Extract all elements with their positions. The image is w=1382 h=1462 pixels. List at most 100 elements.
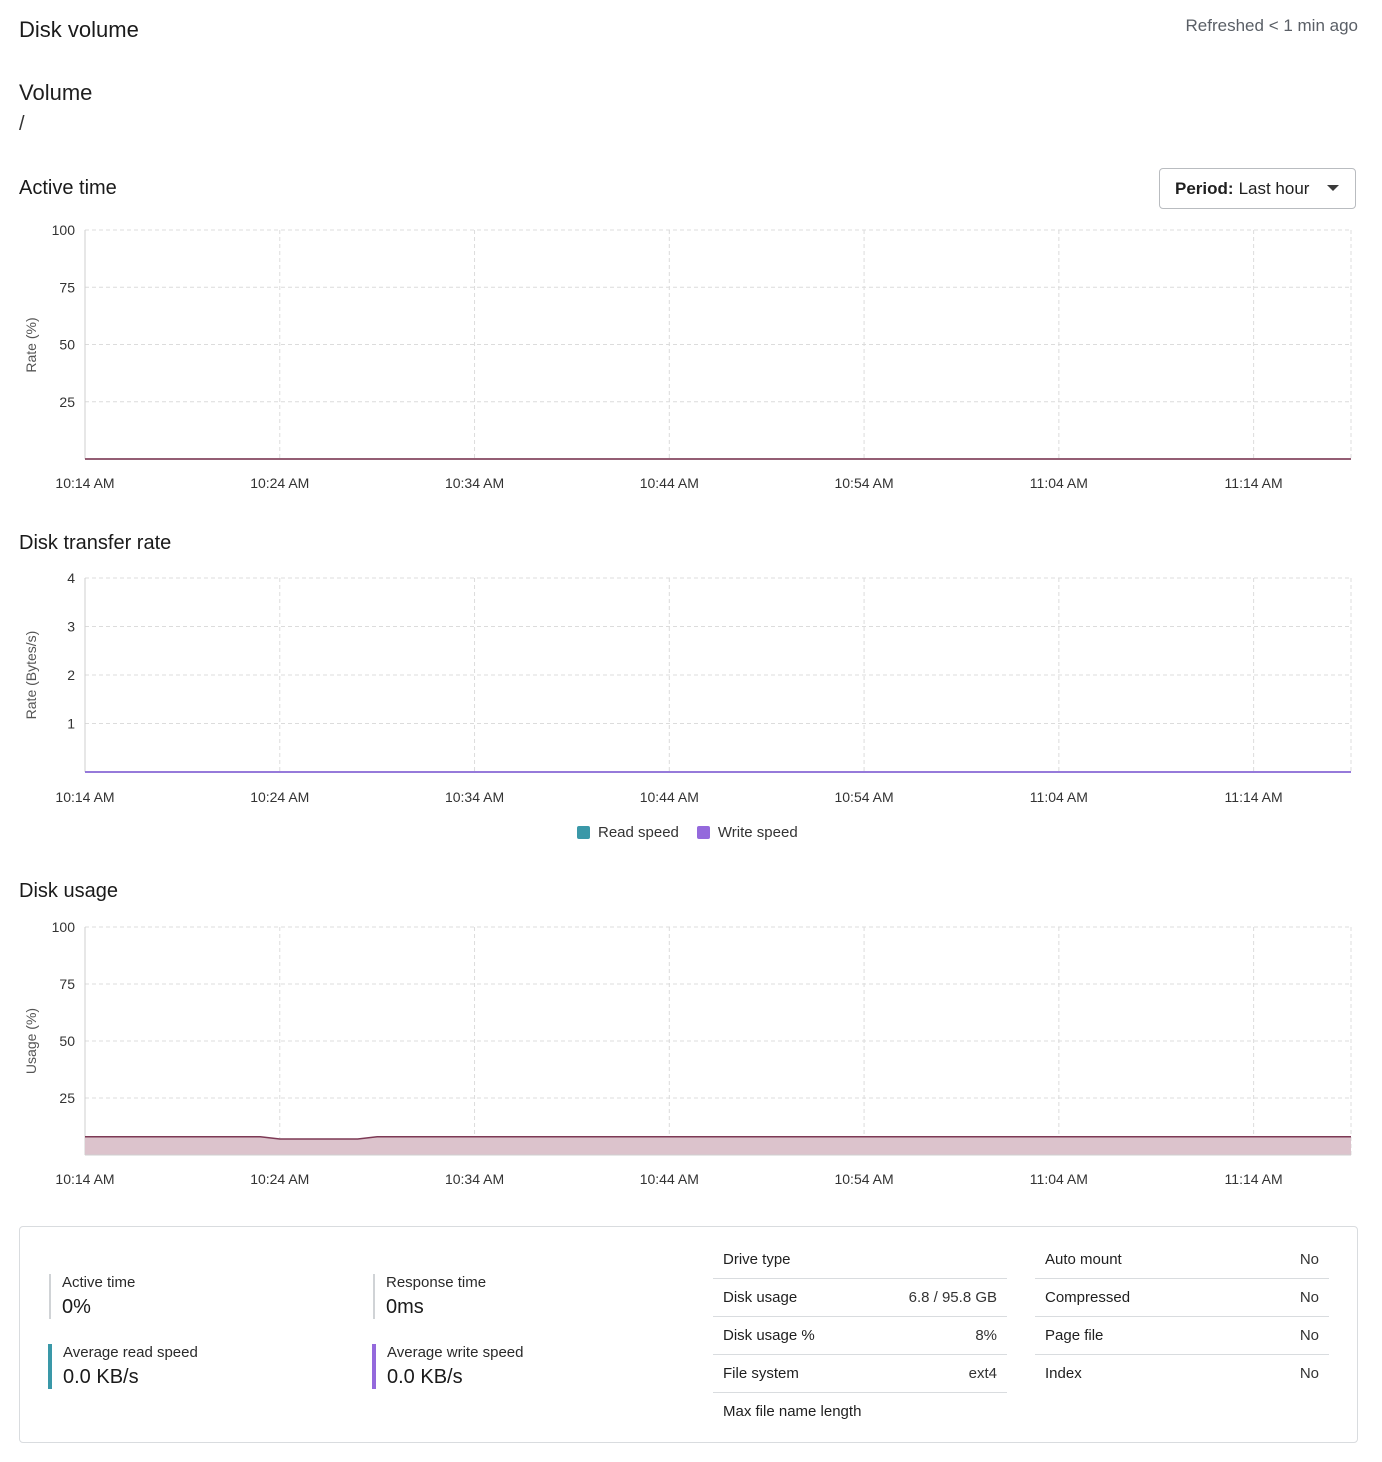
- detail-row: Max file name length: [713, 1393, 1007, 1431]
- x-tick-label: 11:04 AM: [1030, 1171, 1088, 1187]
- detail-key: Disk usage: [713, 1278, 888, 1317]
- refreshed-status: Refreshed < 1 min ago: [1185, 16, 1358, 35]
- transfer-rate-chart: 10:14 AM 10:24 AM 10:34 AM 10:44 AM 10:54 AM…: [23, 570, 1352, 805]
- x-tick-label: 10:44 AM: [640, 789, 699, 805]
- avg-read-stat-label: Average read speed: [63, 1344, 198, 1361]
- response-time-stat: Response time 0ms: [373, 1274, 486, 1319]
- x-tick-label: 10:14 AM: [55, 1171, 114, 1187]
- y-tick-label: 3: [67, 619, 75, 635]
- legend-write-label: Write speed: [717, 824, 798, 841]
- x-tick-label: 10:24 AM: [250, 1171, 309, 1187]
- detail-key: Max file name length: [723, 1403, 862, 1420]
- legend-read[interactable]: Read speed: [577, 824, 679, 841]
- detail-key: Index: [1045, 1365, 1082, 1382]
- volume-label: Volume: [19, 80, 93, 105]
- detail-key: File system: [713, 1354, 888, 1393]
- y-axis-label: Usage (%): [23, 1008, 39, 1074]
- x-tick-label: 10:34 AM: [445, 475, 504, 491]
- detail-key: Page file: [1035, 1316, 1250, 1355]
- detail-row: Disk usage % 8%: [713, 1316, 1007, 1355]
- y-tick-label: 75: [59, 976, 75, 992]
- response-time-stat-value: 0ms: [386, 1296, 424, 1318]
- detail-value: No: [1249, 1316, 1329, 1355]
- detail-row: File system ext4: [713, 1354, 1007, 1393]
- avg-read-stat-value: 0.0 KB/s: [63, 1366, 139, 1388]
- y-tick-label: 4: [67, 570, 75, 586]
- detail-value: [888, 1393, 1007, 1431]
- disk-usage-chart: 10:14 AM 10:24 AM 10:34 AM 10:44 AM 10:54 AM…: [23, 919, 1352, 1187]
- x-tick-label: 10:54 AM: [834, 475, 893, 491]
- x-tick-label: 10:54 AM: [834, 1171, 893, 1187]
- active-time-stat-value: 0%: [62, 1296, 91, 1318]
- x-tick-label: 11:14 AM: [1225, 1171, 1283, 1187]
- legend-read-label: Read speed: [598, 824, 679, 841]
- y-tick-label: 25: [59, 1090, 75, 1106]
- details-table-right: Auto mount No Compressed No Page file No In…: [1035, 1241, 1329, 1392]
- detail-value: [887, 1241, 1007, 1279]
- x-tick-label: 11:04 AM: [1030, 475, 1088, 491]
- details-table-left: Drive type Disk usage 6.8 / 95.8 GB Disk …: [713, 1241, 1007, 1430]
- read-swatch: [577, 826, 590, 839]
- x-tick-label: 10:34 AM: [445, 1171, 504, 1187]
- avg-write-stat-label: Average write speed: [387, 1344, 524, 1361]
- active-time-stat: Active time 0%: [49, 1274, 135, 1319]
- detail-row: Disk usage 6.8 / 95.8 GB: [713, 1278, 1007, 1317]
- y-tick-label: 1: [67, 716, 75, 732]
- detail-row: Compressed No: [1035, 1278, 1329, 1317]
- detail-row: Auto mount No: [1035, 1241, 1329, 1279]
- detail-value: No: [1299, 1365, 1319, 1382]
- detail-value: 8%: [887, 1316, 1007, 1355]
- y-tick-label: 2: [67, 667, 75, 683]
- detail-key: Drive type: [713, 1241, 888, 1279]
- active-time-title: Active time: [19, 177, 117, 199]
- active-time-stat-label: Active time: [62, 1274, 136, 1291]
- x-tick-label: 11:14 AM: [1225, 475, 1283, 491]
- disk-usage-title: Disk usage: [19, 880, 118, 902]
- x-tick-label: 10:24 AM: [250, 475, 309, 491]
- detail-value: No: [1249, 1278, 1329, 1317]
- x-tick-label: 10:44 AM: [640, 475, 699, 491]
- y-tick-label: 50: [59, 337, 75, 353]
- caret-down-icon: [1327, 185, 1339, 191]
- x-tick-label: 10:54 AM: [834, 789, 893, 805]
- active-time-chart: 10:14 AM 10:24 AM 10:34 AM 10:44 AM 10:54 AM…: [23, 222, 1352, 491]
- x-tick-label: 10:24 AM: [250, 789, 309, 805]
- avg-write-stat-value: 0.0 KB/s: [387, 1366, 463, 1388]
- detail-key: Disk usage %: [713, 1316, 888, 1355]
- write-swatch: [696, 826, 710, 839]
- x-tick-label: 11:04 AM: [1030, 789, 1088, 805]
- page-title: Disk volume: [19, 17, 139, 42]
- usage-area: [85, 1136, 1351, 1155]
- detail-value: ext4: [887, 1354, 1007, 1393]
- y-tick-label: 25: [59, 394, 75, 410]
- transfer-rate-title: Disk transfer rate: [19, 532, 172, 554]
- detail-row: Page file No: [1035, 1316, 1329, 1355]
- detail-key: Auto mount: [1035, 1241, 1250, 1279]
- y-tick-label: 75: [59, 279, 75, 295]
- x-tick-label: 10:44 AM: [640, 1171, 699, 1187]
- legend-write[interactable]: Write speed: [696, 824, 798, 841]
- x-tick-label: 10:14 AM: [55, 789, 114, 805]
- response-time-stat-label: Response time: [386, 1274, 487, 1291]
- period-label: Period:: [1175, 178, 1234, 198]
- y-tick-label: 100: [52, 222, 76, 238]
- summary-panel: Active time 0% Response time 0ms Average…: [19, 1226, 1358, 1443]
- detail-key: Compressed: [1035, 1278, 1250, 1317]
- detail-value: No: [1249, 1241, 1329, 1279]
- y-tick-label: 50: [59, 1033, 75, 1049]
- detail-row: Index No: [1035, 1355, 1329, 1393]
- y-axis-label: Rate (%): [23, 317, 39, 372]
- transfer-rate-legend: Read speed Write speed: [577, 824, 816, 841]
- x-tick-label: 10:14 AM: [55, 475, 114, 491]
- x-tick-label: 10:34 AM: [445, 789, 504, 805]
- detail-value: 6.8 / 95.8 GB: [887, 1278, 1007, 1317]
- avg-write-stat: Average write speed 0.0 KB/s: [372, 1344, 523, 1389]
- period-dropdown[interactable]: Period: Last hour: [1159, 168, 1356, 209]
- period-value: Last hour: [1238, 178, 1310, 198]
- avg-read-stat: Average read speed 0.0 KB/s: [48, 1344, 198, 1389]
- y-tick-label: 100: [52, 919, 76, 935]
- x-tick-label: 11:14 AM: [1225, 789, 1283, 805]
- detail-row: Drive type: [713, 1241, 1007, 1279]
- y-axis-label: Rate (Bytes/s): [23, 631, 39, 720]
- volume-value: /: [19, 113, 25, 135]
